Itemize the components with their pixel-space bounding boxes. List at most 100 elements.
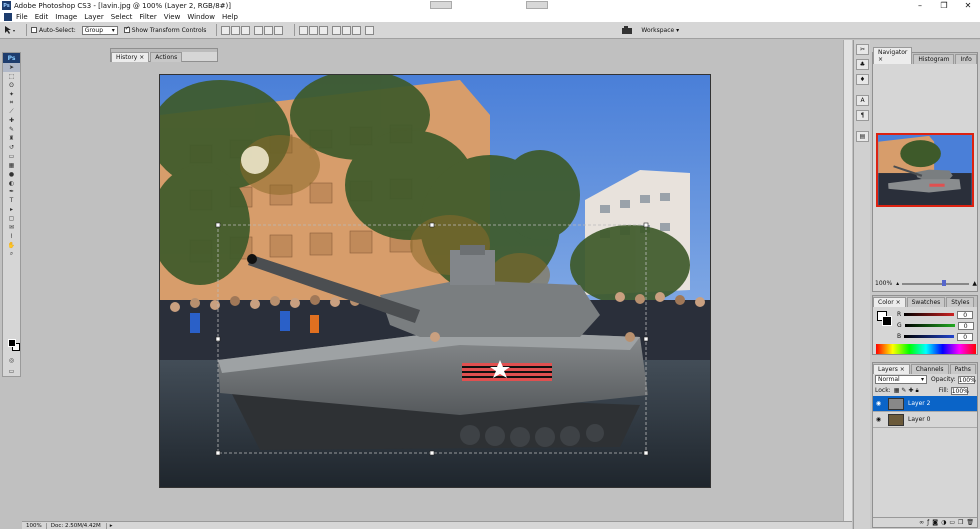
auto-select-dropdown[interactable]: Group ▾ bbox=[81, 25, 118, 35]
align-vcenter-icon[interactable] bbox=[231, 25, 241, 35]
lock-all-icon[interactable]: 🔒︎ bbox=[915, 387, 918, 395]
status-zoom[interactable]: 100% bbox=[22, 522, 47, 529]
channel-g-input[interactable]: 0 bbox=[957, 321, 974, 330]
menu-edit[interactable]: Edit bbox=[35, 13, 49, 21]
menu-help[interactable]: Help bbox=[222, 13, 238, 21]
distribute-hcenter-icon[interactable] bbox=[342, 25, 352, 35]
brush-tool-icon[interactable]: ✎ bbox=[3, 125, 20, 134]
minimize-icon[interactable]: – bbox=[908, 0, 932, 11]
document-icon[interactable] bbox=[4, 12, 12, 21]
zoom-tool-icon[interactable]: ⌕ bbox=[3, 250, 20, 259]
link-layers-icon[interactable]: ∞ bbox=[919, 519, 924, 526]
shape-tool-icon[interactable]: ▢ bbox=[3, 214, 20, 223]
layer-comps-icon[interactable]: ▤ bbox=[856, 131, 869, 142]
tab-history[interactable]: History × bbox=[111, 52, 150, 62]
marquee-tool-icon[interactable]: ⬚ bbox=[3, 72, 20, 81]
new-layer-icon[interactable]: ❐ bbox=[958, 519, 963, 526]
auto-align-icon[interactable] bbox=[365, 25, 375, 35]
eraser-tool-icon[interactable]: ▭ bbox=[3, 152, 20, 161]
zoom-slider-knob[interactable] bbox=[942, 279, 947, 286]
delete-layer-icon[interactable]: 🗑︎ bbox=[966, 519, 974, 526]
notes-tool-icon[interactable]: ✉ bbox=[3, 223, 20, 232]
distribute-bottom-icon[interactable] bbox=[319, 25, 329, 35]
auto-select-checkbox[interactable] bbox=[31, 27, 37, 33]
screen-mode-icon[interactable]: ▭ bbox=[3, 367, 20, 376]
pen-tool-icon[interactable]: ✒ bbox=[3, 187, 20, 196]
move-tool-preset[interactable] bbox=[4, 25, 16, 35]
align-top-icon[interactable] bbox=[221, 25, 231, 35]
menu-image[interactable]: Image bbox=[55, 13, 77, 21]
lock-transparent-icon[interactable]: ▦ bbox=[894, 387, 900, 394]
tab-histogram[interactable]: Histogram bbox=[913, 54, 955, 64]
canvas-vertical-scrollbar[interactable] bbox=[843, 40, 852, 521]
tab-color[interactable]: Color × bbox=[873, 297, 906, 307]
adjustment-layer-icon[interactable]: ◑ bbox=[941, 519, 946, 526]
eye-icon[interactable]: ◉ bbox=[873, 416, 884, 423]
fill-input[interactable]: 100% bbox=[950, 386, 969, 395]
tool-presets-icon[interactable]: ✂ bbox=[856, 44, 869, 55]
healing-brush-icon[interactable]: ✚ bbox=[3, 116, 20, 125]
tab-styles[interactable]: Styles bbox=[946, 297, 975, 307]
menu-filter[interactable]: Filter bbox=[139, 13, 156, 21]
clone-source-icon[interactable]: ♦ bbox=[856, 74, 869, 85]
color-bg-swatch[interactable] bbox=[882, 316, 892, 326]
tab-channels[interactable]: Channels bbox=[910, 364, 949, 374]
gradient-tool-icon[interactable]: ▦ bbox=[3, 161, 20, 170]
workspace-icon[interactable] bbox=[621, 25, 633, 35]
restore-icon[interactable]: ❐ bbox=[932, 0, 956, 11]
workspace-dropdown[interactable]: Workspace ▾ bbox=[641, 27, 679, 34]
align-left-icon[interactable] bbox=[254, 25, 264, 35]
blur-tool-icon[interactable]: ● bbox=[3, 170, 20, 179]
layer-mask-icon[interactable]: ◙ bbox=[932, 519, 938, 526]
channel-b-slider[interactable] bbox=[904, 335, 955, 338]
status-menu-icon[interactable]: ▸ bbox=[107, 523, 116, 529]
character-icon[interactable]: A bbox=[856, 95, 869, 106]
close-icon[interactable]: ✕ bbox=[956, 0, 980, 11]
menu-select[interactable]: Select bbox=[111, 13, 133, 21]
move-tool-icon[interactable]: ➤ bbox=[3, 63, 20, 72]
brushes-icon[interactable]: ♣ bbox=[856, 59, 869, 70]
channel-b-input[interactable]: 0 bbox=[957, 332, 974, 341]
path-select-icon[interactable]: ▸ bbox=[3, 205, 20, 214]
zoom-slider[interactable] bbox=[902, 279, 970, 286]
lock-position-icon[interactable]: ✚ bbox=[908, 387, 913, 394]
menu-view[interactable]: View bbox=[164, 13, 181, 21]
quick-mask-icon[interactable]: ◎ bbox=[3, 356, 20, 365]
menu-layer[interactable]: Layer bbox=[84, 13, 104, 21]
foreground-color-swatch[interactable] bbox=[8, 339, 16, 347]
tab-info[interactable]: Info bbox=[955, 54, 977, 64]
history-brush-icon[interactable]: ↺ bbox=[3, 143, 20, 152]
channel-g-slider[interactable] bbox=[904, 324, 955, 327]
paragraph-icon[interactable]: ¶ bbox=[856, 110, 869, 121]
color-spectrum-bar[interactable] bbox=[876, 344, 976, 354]
hand-tool-icon[interactable]: ✋ bbox=[3, 241, 20, 250]
tab-actions[interactable]: Actions bbox=[150, 52, 183, 62]
magic-wand-icon[interactable]: ✦ bbox=[3, 90, 20, 99]
tab-layers[interactable]: Layers × bbox=[873, 364, 910, 374]
channel-r-input[interactable]: 0 bbox=[957, 310, 974, 319]
distribute-right-icon[interactable] bbox=[352, 25, 362, 35]
show-transform-checkbox[interactable] bbox=[123, 25, 130, 33]
lock-image-icon[interactable]: ✎ bbox=[901, 387, 906, 394]
align-bottom-icon[interactable] bbox=[241, 25, 251, 35]
distribute-left-icon[interactable] bbox=[332, 25, 342, 35]
tab-navigator[interactable]: Navigator × bbox=[873, 47, 913, 64]
eye-icon[interactable]: ◉ bbox=[873, 400, 884, 407]
new-group-icon[interactable]: ▭ bbox=[949, 519, 955, 526]
zoom-out-icon[interactable]: ▴ bbox=[896, 280, 899, 287]
menu-window[interactable]: Window bbox=[187, 13, 215, 21]
tab-swatches[interactable]: Swatches bbox=[906, 297, 946, 307]
blend-mode-dropdown[interactable]: Normal ▾ bbox=[875, 375, 927, 384]
navigator-zoom-value[interactable]: 100% bbox=[875, 280, 892, 287]
opacity-input[interactable]: 100% bbox=[957, 375, 976, 384]
layer-row-layer0[interactable]: ◉ Layer 0 bbox=[873, 412, 977, 428]
distribute-top-icon[interactable] bbox=[299, 25, 309, 35]
tab-paths[interactable]: Paths bbox=[949, 364, 976, 374]
clone-stamp-icon[interactable]: ♜ bbox=[3, 134, 20, 143]
distribute-vcenter-icon[interactable] bbox=[309, 25, 319, 35]
slice-tool-icon[interactable]: ⟋ bbox=[3, 107, 20, 116]
image-canvas[interactable] bbox=[159, 74, 711, 488]
type-tool-icon[interactable]: T bbox=[3, 196, 20, 205]
layer-style-icon[interactable]: ƒ bbox=[927, 519, 929, 526]
layer-row-layer2[interactable]: ◉ Layer 2 bbox=[873, 396, 977, 412]
